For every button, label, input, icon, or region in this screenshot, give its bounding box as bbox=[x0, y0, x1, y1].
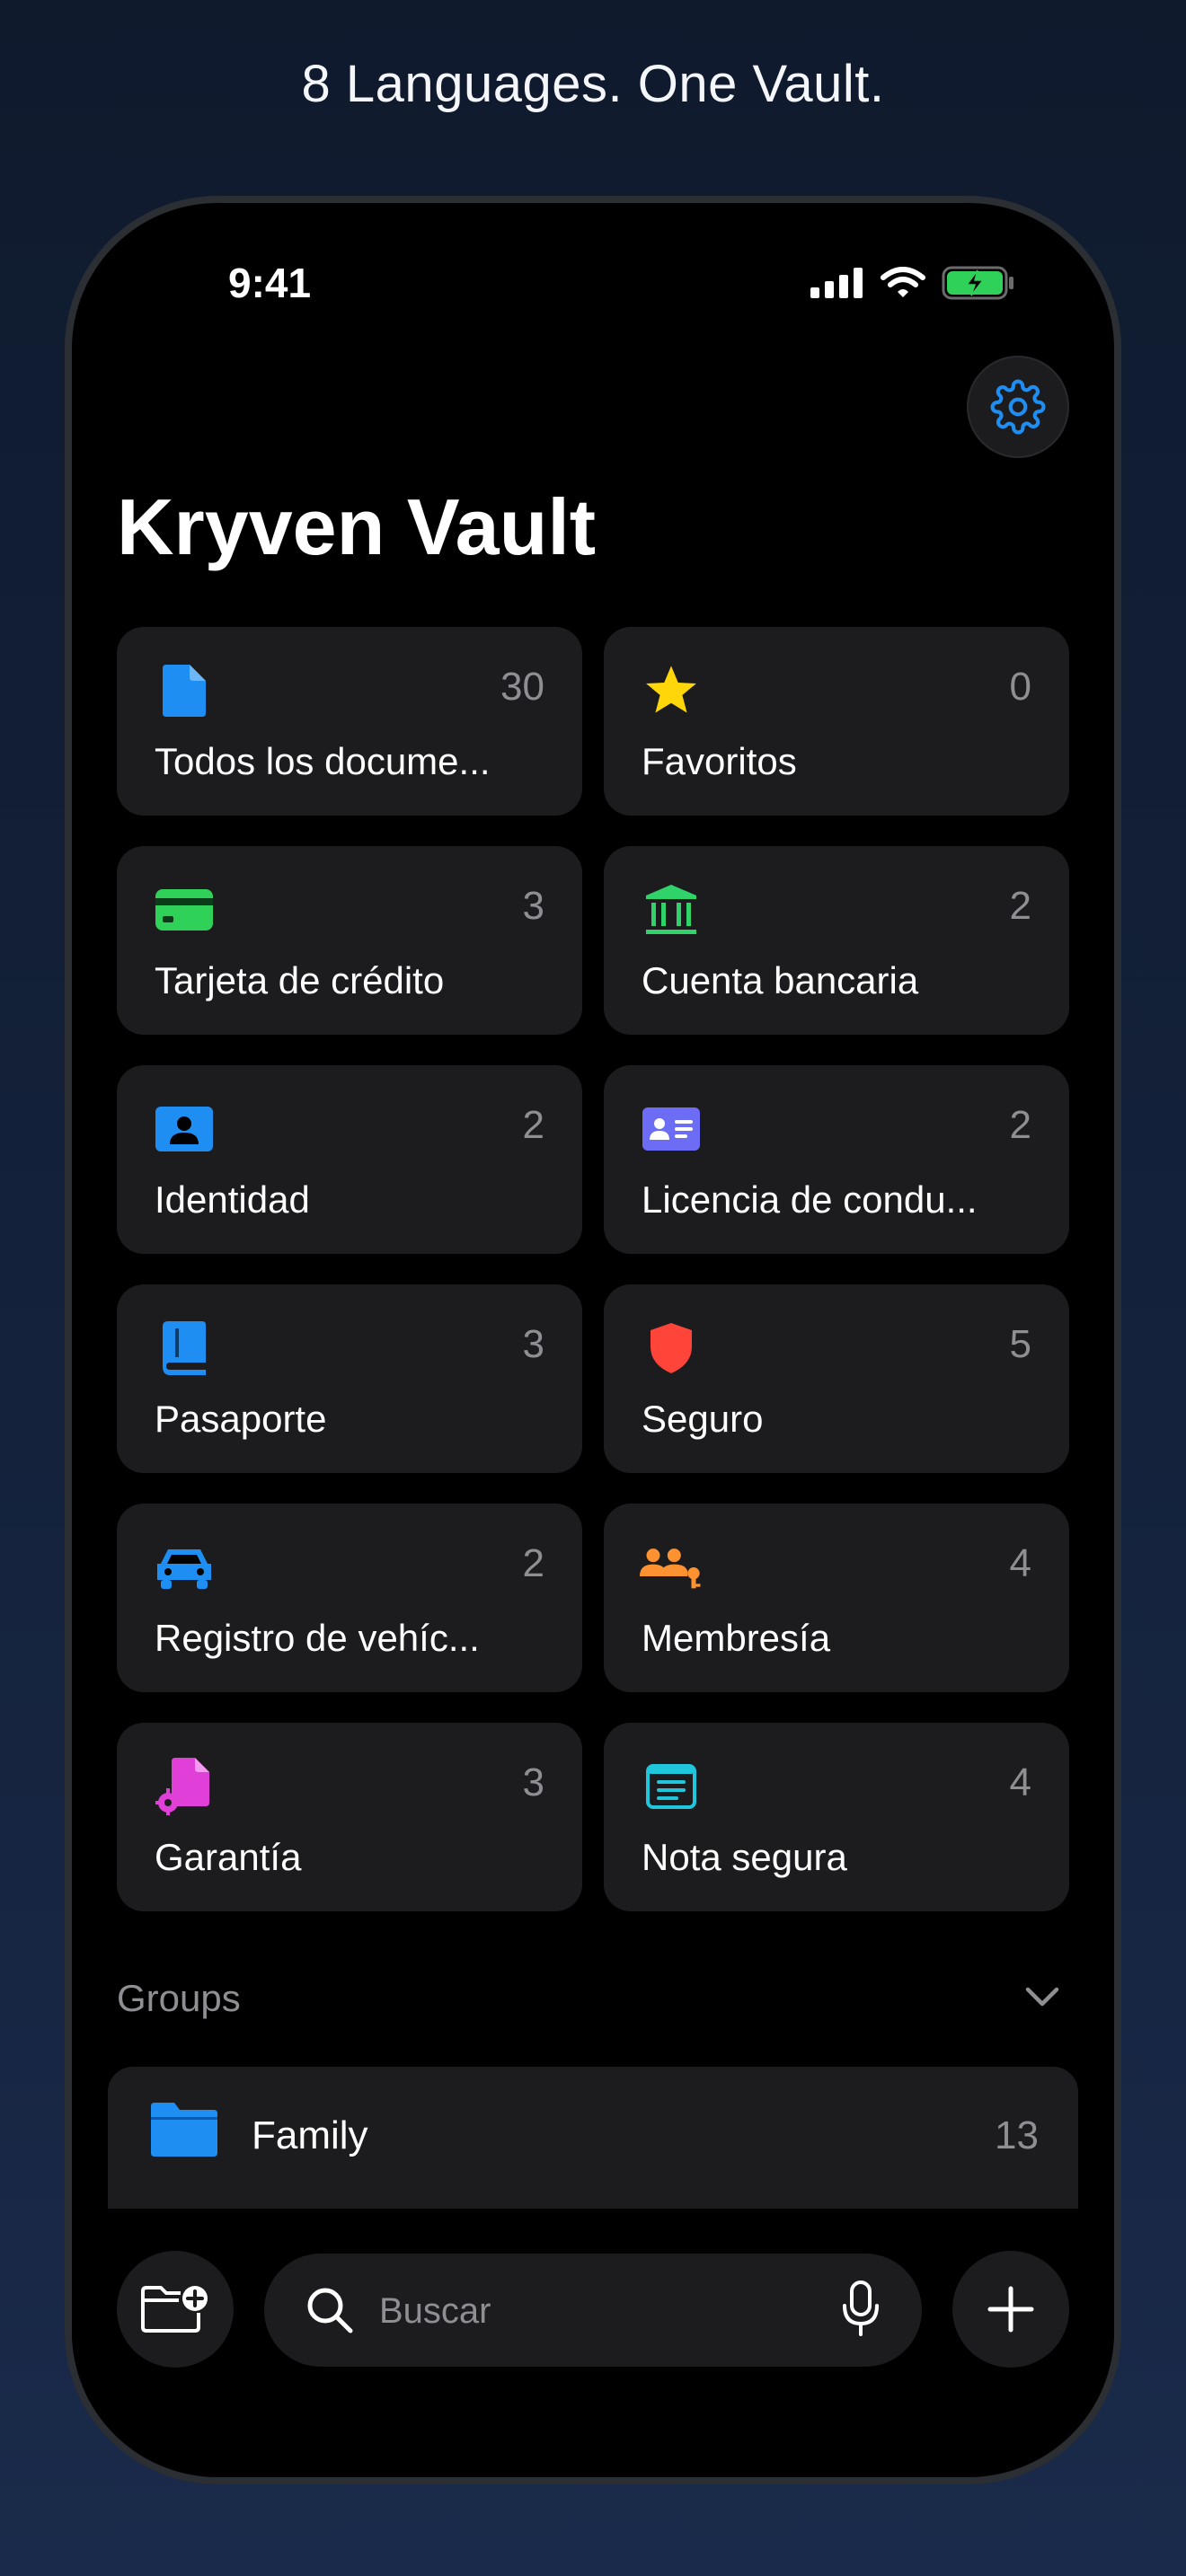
category-grid: 30 Todos los docume... 0 Favoritos 3 Tar… bbox=[117, 627, 1069, 1911]
category-card-favorites[interactable]: 0 Favoritos bbox=[604, 627, 1069, 816]
tagline: 8 Languages. One Vault. bbox=[301, 55, 885, 113]
category-count: 2 bbox=[522, 1541, 544, 1585]
category-count: 30 bbox=[500, 665, 544, 709]
category-count: 4 bbox=[1009, 1541, 1031, 1585]
category-count: 2 bbox=[522, 1103, 544, 1147]
category-label: Favoritos bbox=[642, 740, 797, 782]
category-card-membership[interactable]: 4 Membresía bbox=[604, 1504, 1069, 1692]
category-label: Nota segura bbox=[642, 1836, 847, 1878]
category-label: Registro de vehíc... bbox=[155, 1617, 480, 1659]
car-icon bbox=[153, 1536, 216, 1599]
credit-card-icon bbox=[153, 878, 216, 941]
chevron-down-icon[interactable] bbox=[1024, 1986, 1060, 2007]
groups-header[interactable]: Groups bbox=[117, 1977, 241, 2020]
category-count: 3 bbox=[522, 1322, 544, 1366]
category-count: 3 bbox=[522, 1760, 544, 1804]
category-card-insurance[interactable]: 5 Seguro bbox=[604, 1284, 1069, 1473]
group-row-family[interactable]: Family 13 bbox=[108, 2067, 1078, 2219]
category-label: Licencia de condu... bbox=[642, 1178, 978, 1221]
page-title: Kryven Vault bbox=[117, 482, 597, 571]
phone-frame: 9:41 Kryven Vault 30 Todos los docume...… bbox=[65, 196, 1121, 2484]
folder-icon bbox=[151, 2103, 217, 2157]
people-key-icon bbox=[640, 1536, 703, 1599]
category-label: Garantía bbox=[155, 1836, 302, 1878]
category-count: 4 bbox=[1009, 1760, 1031, 1804]
category-card-bank-account[interactable]: 2 Cuenta bancaria bbox=[604, 846, 1069, 1035]
category-count: 3 bbox=[522, 884, 544, 928]
category-label: Membresía bbox=[642, 1617, 831, 1659]
group-label: Family bbox=[252, 2113, 368, 2157]
category-label: Identidad bbox=[155, 1178, 310, 1221]
search-field[interactable] bbox=[264, 2254, 922, 2367]
bank-icon bbox=[640, 878, 703, 941]
book-icon bbox=[153, 1317, 216, 1380]
settings-button[interactable] bbox=[967, 356, 1069, 458]
category-count: 2 bbox=[1009, 1103, 1031, 1147]
shield-icon bbox=[640, 1317, 703, 1380]
category-card-warranty[interactable]: 3 Garantía bbox=[117, 1723, 582, 1911]
category-count: 0 bbox=[1009, 665, 1031, 709]
category-card-drivers-license[interactable]: 2 Licencia de condu... bbox=[604, 1065, 1069, 1254]
group-count: 13 bbox=[995, 2113, 1039, 2157]
gear-icon bbox=[990, 379, 1046, 435]
folder-plus-icon bbox=[141, 2286, 208, 2333]
add-button[interactable] bbox=[952, 2251, 1069, 2368]
category-label: Pasaporte bbox=[155, 1398, 327, 1440]
new-folder-button[interactable] bbox=[117, 2251, 234, 2368]
category-card-credit-card[interactable]: 3 Tarjeta de crédito bbox=[117, 846, 582, 1035]
category-card-secure-note[interactable]: 4 Nota segura bbox=[604, 1723, 1069, 1911]
category-card-passport[interactable]: 3 Pasaporte bbox=[117, 1284, 582, 1473]
doc-gear-icon bbox=[153, 1755, 216, 1818]
status-time: 9:41 bbox=[228, 260, 312, 306]
category-count: 5 bbox=[1009, 1322, 1031, 1366]
id-card-icon bbox=[640, 1098, 703, 1160]
search-icon bbox=[307, 2288, 353, 2333]
plus-icon bbox=[987, 2286, 1034, 2333]
person-card-icon bbox=[153, 1098, 216, 1160]
category-card-vehicle-registration[interactable]: 2 Registro de vehíc... bbox=[117, 1504, 582, 1692]
cellular-signal-icon bbox=[810, 268, 863, 298]
star-icon bbox=[640, 659, 703, 722]
category-card-all-documents[interactable]: 30 Todos los docume... bbox=[117, 627, 582, 816]
microphone-icon[interactable] bbox=[841, 2280, 881, 2338]
search-input[interactable] bbox=[377, 2280, 812, 2342]
document-icon bbox=[153, 659, 216, 722]
battery-charging-icon bbox=[942, 266, 1013, 300]
category-label: Todos los docume... bbox=[155, 740, 491, 782]
note-icon bbox=[640, 1755, 703, 1818]
category-label: Tarjeta de crédito bbox=[155, 959, 445, 1001]
category-label: Seguro bbox=[642, 1398, 764, 1440]
category-card-identity[interactable]: 2 Identidad bbox=[117, 1065, 582, 1254]
status-icons bbox=[810, 266, 1015, 300]
wifi-icon bbox=[881, 267, 925, 297]
category-count: 2 bbox=[1009, 884, 1031, 928]
category-label: Cuenta bancaria bbox=[642, 959, 919, 1001]
app-screen: 9:41 Kryven Vault 30 Todos los docume...… bbox=[72, 203, 1114, 2477]
